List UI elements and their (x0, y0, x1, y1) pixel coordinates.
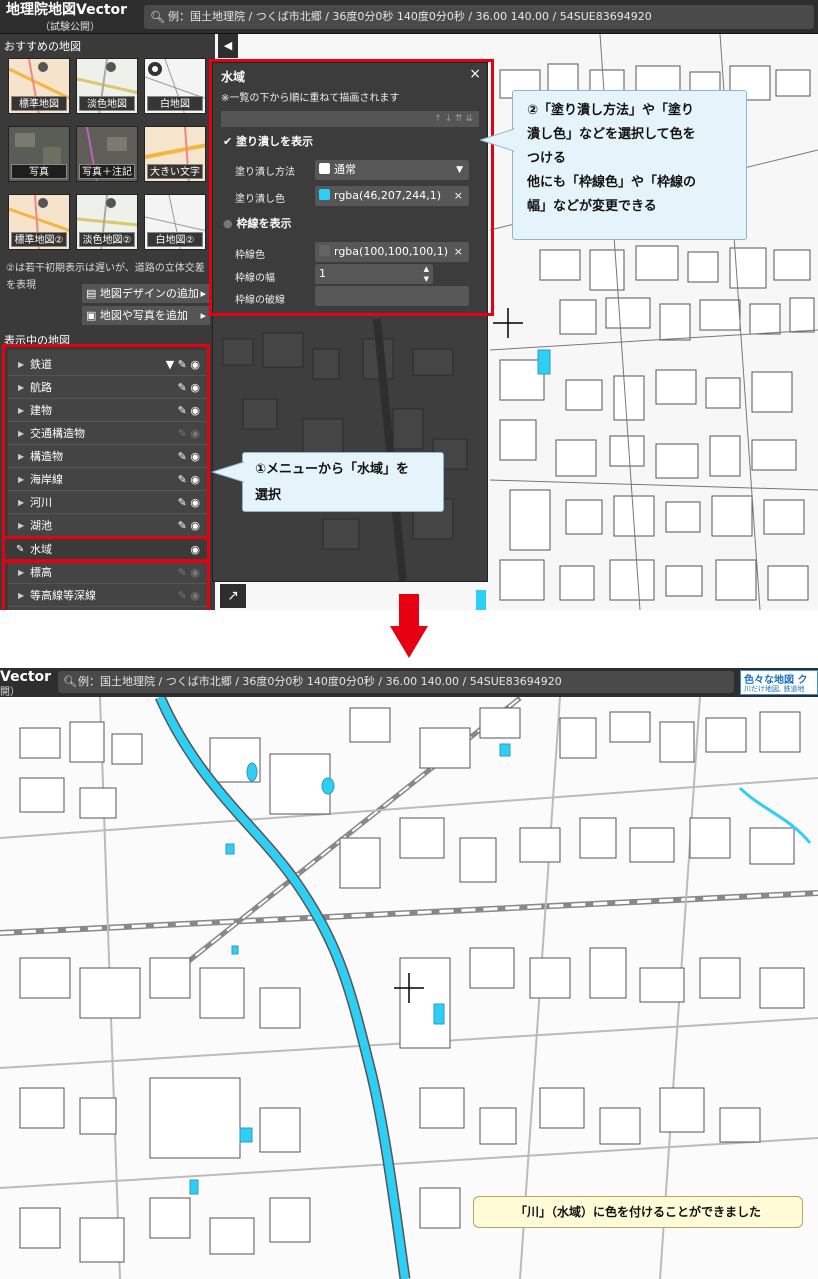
down-arrow-icon (390, 626, 428, 658)
callout-step2-line1: ②「塗り潰し方法」や「塗り (527, 103, 695, 118)
map-canvas-after[interactable] (0, 668, 818, 1279)
dialog-map-bg (213, 319, 487, 581)
app-header: Vector 開） 🔍︎ 例：国土地理院 / つくば市北郷 / 36度0分0秒 … (0, 668, 818, 698)
chevron-left-icon: ◀ (223, 39, 233, 52)
callout-step2-line3: つける (527, 151, 567, 166)
thumb-photo-notes[interactable]: 写真＋注記 (76, 126, 138, 182)
app-header: 地理院地図Vector （試験公開） 🔍︎ 例：国土地理院 / つくば市北郷 /… (0, 0, 818, 34)
thumb-blank-2[interactable]: 白地図② (144, 194, 206, 250)
callout-step2-line5: 幅」などが変更できる (527, 199, 657, 214)
highlight-dialog (209, 59, 494, 316)
result-screenshot: Vector 開） 🔍︎ 例：国土地理院 / つくば市北郷 / 36度0分0秒 … (0, 668, 818, 1279)
callout-step2-line2: 潰し色」などを選択して色を (527, 127, 696, 142)
thumb-photo[interactable]: 写真 (8, 126, 70, 182)
callout-step2-line4: 他にも「枠線色」や「枠線の (527, 175, 697, 190)
add-photo-label: 地図や写真を追加 (99, 309, 188, 322)
add-design-label: 地図デザインの追加 (99, 287, 199, 300)
thumb-label: 淡色地図 (79, 96, 135, 111)
app-subtitle: 開） (0, 687, 20, 698)
app-title: 地理院地図Vector (6, 2, 128, 18)
add-photo-button[interactable]: ▣ 地図や写真を追加 ▸ (82, 306, 210, 325)
search-icon: 🔍︎ (63, 675, 77, 688)
recommended-maps-heading: おすすめの地図 (4, 40, 81, 53)
highlight-lower-list (2, 560, 210, 610)
collapse-panel-button[interactable]: ◀ (218, 34, 238, 58)
document-icon: ▤ (86, 287, 97, 300)
search-placeholder: 例：国土地理院 / つくば市北郷 / 36度0分0秒 140度0分0秒 / 36… (78, 675, 562, 688)
search-placeholder: 例：国土地理院 / つくば市北郷 / 36度0分0秒 140度0分0秒 / 36… (168, 10, 652, 23)
highlight-layer-list (2, 344, 210, 539)
thumb-large-text[interactable]: 大きい文字 (144, 126, 206, 182)
search-input[interactable]: 🔍︎ 例：国土地理院 / つくば市北郷 / 36度0分0秒 140度0分0秒 /… (144, 5, 814, 29)
callout-step1: ①メニューから「水域」を 選択 (242, 452, 444, 512)
search-icon: 🔍︎ (150, 10, 166, 24)
thumb-label: 標準地図 (11, 96, 67, 111)
thumb-pale[interactable]: 淡色地図 (76, 58, 138, 114)
thumb-label: 白地図 (147, 96, 203, 111)
callout-step2-pointer (480, 128, 514, 152)
arrow-diagonal-icon: ↗ (227, 588, 239, 604)
highlight-water-row (2, 536, 210, 562)
chevron-right-icon: ▸ (200, 287, 206, 300)
callout-step2: ②「塗り潰し方法」や「塗り 潰し色」などを選択して色を つける 他にも「枠線色」… (512, 90, 747, 240)
add-design-button[interactable]: ▤ 地図デザインの追加 ▸ (82, 284, 210, 303)
callout-step1-line1: ①メニューから「水域」を (255, 462, 410, 477)
thumb-label: 淡色地図② (79, 232, 135, 247)
callout-step1-line2: 選択 (255, 488, 282, 503)
result-callout: 「川」（水域）に色を付けることができました (473, 1196, 803, 1228)
thumb-standard[interactable]: 標準地図 (8, 58, 70, 114)
image-icon: ▣ (86, 309, 97, 322)
thumb-standard-2[interactable]: 標準地図② (8, 194, 70, 250)
search-input[interactable]: 🔍︎ 例：国土地理院 / つくば市北郷 / 36度0分0秒 140度0分0秒 /… (58, 671, 734, 693)
callout-step1-pointer (212, 461, 244, 483)
thumb-label: 標準地図② (11, 232, 67, 247)
chevron-right-icon: ▸ (200, 309, 206, 322)
thumb-label: 写真 (11, 164, 67, 179)
thumb-label: 写真＋注記 (79, 164, 135, 179)
maps-banner[interactable]: 色々な地図 ク 川だけ地図, 鉄道地 (740, 670, 818, 695)
thumb-label: 大きい文字 (147, 164, 203, 179)
app-subtitle: （試験公開） (40, 22, 100, 33)
step1-screenshot: 地理院地図Vector （試験公開） 🔍︎ 例：国土地理院 / つくば市北郷 /… (0, 0, 818, 610)
thumb-label: 白地図② (147, 232, 203, 247)
down-arrow-shaft (399, 594, 419, 628)
banner-subtitle: 川だけ地図, 鉄道地 (744, 685, 805, 693)
thumb-blank[interactable]: 白地図 (144, 58, 206, 114)
thumb-pale-2[interactable]: 淡色地図② (76, 194, 138, 250)
expand-arrow-button[interactable]: ↗ (220, 584, 246, 608)
